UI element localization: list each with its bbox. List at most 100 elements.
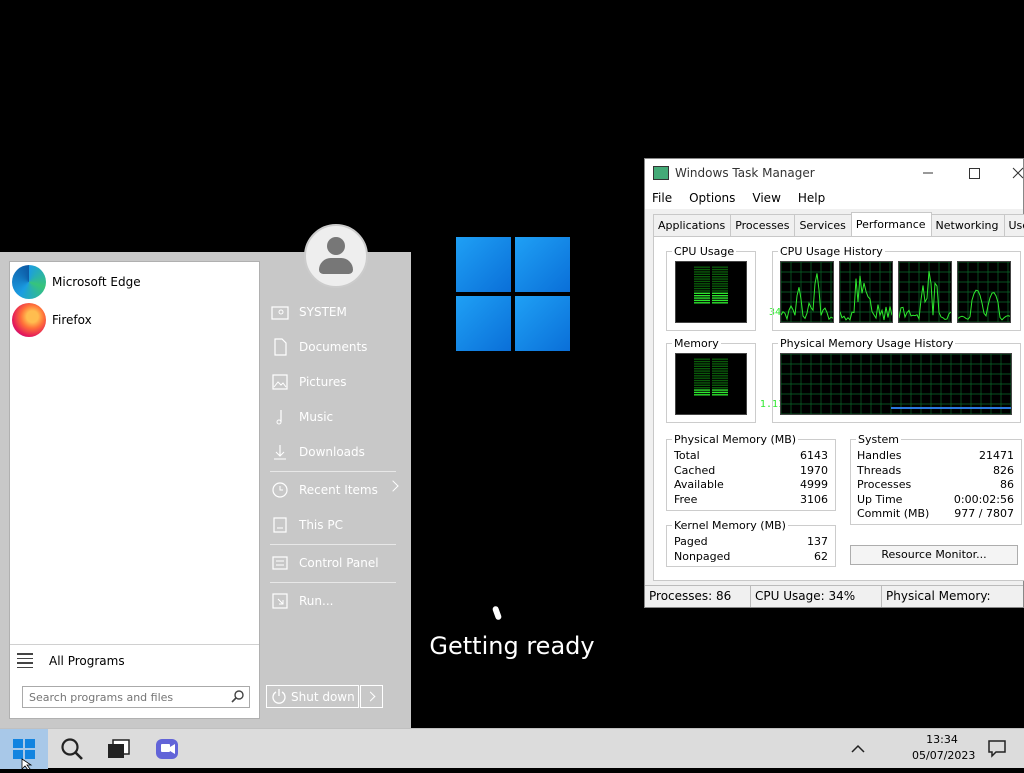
meter-segment [694, 361, 710, 362]
start-menu-programs-pane: Microsoft Edge Firefox All Programs [9, 261, 260, 719]
pinned-firefox[interactable]: Firefox [12, 302, 257, 338]
meter-segment [712, 271, 728, 272]
notifications-button[interactable] [976, 729, 1024, 769]
resource-monitor-button[interactable]: Resource Monitor... [850, 545, 1018, 565]
menu-file[interactable]: File [652, 191, 672, 205]
title-bar[interactable]: Windows Task Manager [645, 159, 1023, 187]
menu-view[interactable]: View [752, 191, 780, 205]
menu-options[interactable]: Options [689, 191, 735, 205]
windows-logo [456, 237, 570, 351]
teams-chat-button[interactable] [144, 729, 192, 769]
status-memory: Physical Memory: 18% [882, 586, 1023, 607]
download-icon [271, 443, 289, 461]
meter-segment [712, 288, 728, 289]
start-item-this-pc[interactable]: This PC [267, 511, 405, 539]
start-item-pictures[interactable]: Pictures [267, 368, 405, 396]
start-item-system[interactable]: SYSTEM [267, 298, 405, 326]
start-item-music[interactable]: Music [267, 403, 405, 431]
stat-row: Handles21471 [857, 449, 1014, 462]
meter-segment [712, 378, 728, 379]
user-avatar[interactable] [304, 224, 368, 288]
physical-memory-label: Physical Memory (MB) [672, 433, 798, 446]
meter-segment [712, 300, 728, 301]
clock-date: 05/07/2023 [912, 748, 972, 764]
meter-segment [694, 373, 710, 374]
search-icon[interactable] [227, 687, 249, 707]
start-item-label: Music [299, 410, 333, 424]
tab-performance[interactable]: Performance [851, 212, 932, 236]
stat-row: Cached1970 [674, 464, 828, 477]
meter-segment [712, 373, 728, 374]
pinned-microsoft-edge[interactable]: Microsoft Edge [12, 264, 257, 300]
start-separator [270, 544, 396, 545]
search-input[interactable] [23, 691, 227, 704]
taskbar-search-button[interactable] [48, 729, 96, 769]
tab-networking[interactable]: Networking [931, 214, 1005, 236]
start-item-label: Control Panel [299, 556, 379, 570]
maximize-button[interactable] [951, 159, 997, 187]
meter-segment [694, 382, 710, 383]
cpu-history-label: CPU Usage History [778, 245, 885, 258]
shutdown-options-button[interactable] [360, 685, 383, 708]
meter-segment [712, 290, 728, 291]
clock-time: 13:34 [912, 732, 972, 748]
start-button[interactable] [0, 729, 48, 769]
minimize-button[interactable] [905, 159, 951, 187]
chat-icon [144, 729, 192, 769]
cpu-history-line [840, 276, 892, 320]
meter-segment [694, 278, 710, 279]
cpu-history-graph [780, 261, 834, 323]
meter-segment [694, 281, 710, 282]
start-item-label: Documents [299, 340, 367, 354]
chevron-up-icon [834, 729, 882, 769]
task-manager-window: Windows Task Manager File Options View H… [644, 158, 1024, 608]
all-programs-button[interactable]: All Programs [10, 644, 259, 676]
firefox-icon [12, 303, 46, 337]
close-button[interactable] [997, 159, 1024, 187]
tab-processes[interactable]: Processes [730, 214, 795, 236]
task-view-icon [96, 729, 144, 769]
start-item-downloads[interactable]: Downloads [267, 438, 405, 466]
tab-services[interactable]: Services [794, 214, 851, 236]
meter-segment [694, 302, 710, 303]
meter-segment [694, 283, 710, 284]
clock[interactable]: 13:34 05/07/2023 [912, 732, 972, 764]
meter-segment [712, 293, 728, 294]
start-item-documents[interactable]: Documents [267, 333, 405, 361]
meter-segment [694, 267, 710, 268]
task-manager-icon [653, 166, 669, 180]
computer-icon [271, 516, 289, 534]
stat-row: Paged137 [674, 535, 828, 548]
window-title: Windows Task Manager [675, 166, 815, 180]
shutdown-label: Shut down [291, 690, 355, 704]
meter-segment [694, 274, 710, 275]
show-hidden-icons-button[interactable] [834, 729, 882, 769]
meter-segment [694, 368, 710, 369]
picture-icon [271, 373, 289, 391]
menu-help[interactable]: Help [798, 191, 825, 205]
tab-strip: Applications Processes Services Performa… [653, 214, 1024, 236]
kernel-memory-label: Kernel Memory (MB) [672, 519, 788, 532]
stat-row: Up Time0:00:02:56 [857, 493, 1014, 506]
shutdown-button[interactable]: Shut down [266, 685, 359, 708]
task-view-button[interactable] [96, 729, 144, 769]
start-item-control-panel[interactable]: Control Panel [267, 549, 405, 577]
pinned-label: Firefox [52, 313, 92, 327]
tab-applications[interactable]: Applications [653, 214, 731, 236]
meter-segment [712, 368, 728, 369]
meter-segment [712, 394, 728, 395]
cpu-history-line [958, 290, 1010, 320]
meter-segment [694, 394, 710, 395]
cpu-usage-label: CPU Usage [672, 245, 736, 258]
stat-row: Nonpaged62 [674, 550, 828, 563]
start-item-label: Pictures [299, 375, 347, 389]
stat-row: Commit (MB)977 / 7807 [857, 507, 1014, 520]
tab-users[interactable]: Users [1004, 214, 1024, 236]
meter-segment [712, 274, 728, 275]
start-item-recent-items[interactable]: Recent Items [267, 476, 405, 504]
meter-segment [694, 378, 710, 379]
clock-icon [271, 481, 289, 499]
start-item-run[interactable]: Run... [267, 587, 405, 615]
edge-icon [12, 265, 46, 299]
start-item-label: SYSTEM [299, 305, 347, 319]
